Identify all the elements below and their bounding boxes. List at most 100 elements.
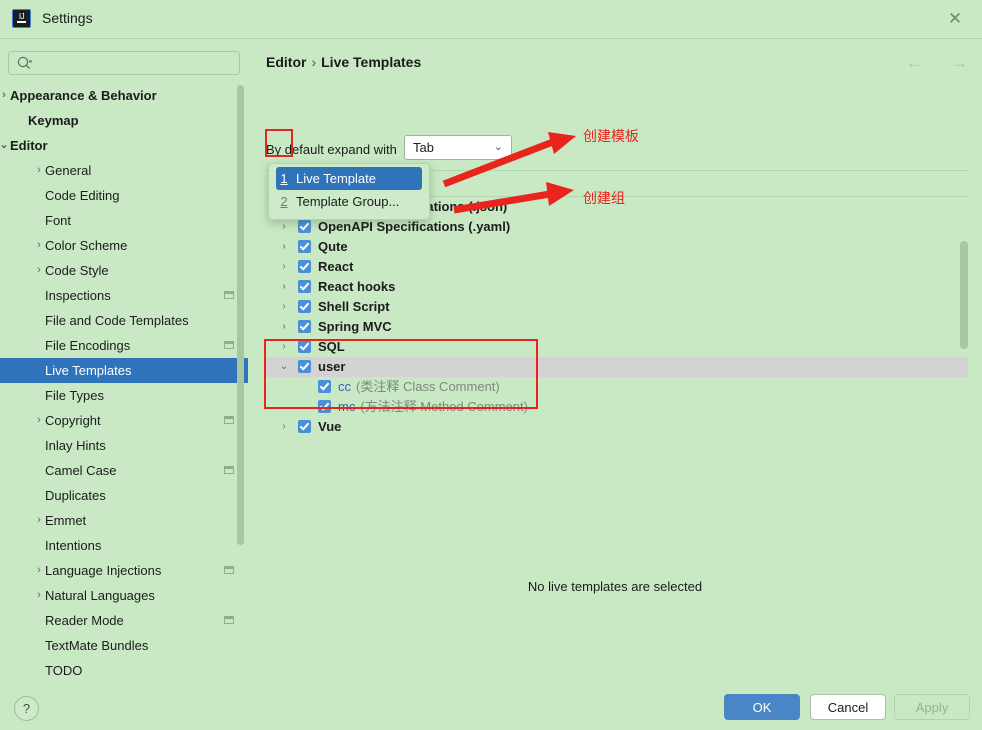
secondary-window-icon[interactable] [224,341,234,349]
chevron-right-icon[interactable]: › [32,233,46,258]
chevron-right-icon[interactable]: › [32,258,46,283]
template-row-content: cc (类注释 Class Comment) [266,379,500,394]
secondary-window-icon[interactable] [224,566,234,574]
cancel-button[interactable]: Cancel [810,694,886,720]
chevron-right-icon[interactable]: › [278,217,290,237]
sidebar-item-inlay-hints[interactable]: Inlay Hints [0,433,248,458]
checkbox-checked-icon[interactable] [298,420,311,433]
template-item-cc[interactable]: cc (类注释 Class Comment) [266,377,968,397]
breadcrumb: Editor › Live Templates [266,54,421,70]
template-group-react[interactable]: › React [266,257,968,277]
template-group-user[interactable]: ⌄ user [266,357,968,377]
sidebar-item-inspections[interactable]: Inspections [0,283,248,308]
sidebar-item-keymap[interactable]: Keymap [0,108,248,133]
chevron-down-icon[interactable]: ⌄ [278,357,290,377]
chevron-right-icon[interactable]: › [32,583,46,608]
secondary-window-icon[interactable] [224,466,234,474]
sidebar-scrollbar[interactable] [237,85,244,545]
chevron-right-icon[interactable]: › [278,317,290,337]
sidebar-item-textmate-bundles[interactable]: TextMate Bundles [0,633,248,658]
dialog-footer: ? OK Cancel Apply [0,684,982,730]
sidebar-item-label: TextMate Bundles [45,638,149,653]
sidebar-item-natural-languages[interactable]: › Natural Languages [0,583,248,608]
chevron-right-icon[interactable]: › [0,83,11,108]
checkbox-checked-icon[interactable] [318,400,331,413]
sidebar-item-live-templates[interactable]: Live Templates [0,358,248,383]
sidebar-item-font[interactable]: Font [0,208,248,233]
chevron-right-icon[interactable]: › [278,277,290,297]
sidebar-item-copyright[interactable]: › Copyright [0,408,248,433]
sidebar-item-todo[interactable]: TODO [0,658,248,683]
forward-arrow-icon[interactable]: → [951,53,968,73]
checkbox-checked-icon[interactable] [298,220,311,233]
chevron-right-icon[interactable]: › [32,158,46,183]
template-label: Qute [318,239,348,254]
checkbox-checked-icon[interactable] [298,360,311,373]
checkbox-checked-icon[interactable] [298,260,311,273]
checkbox-checked-icon[interactable] [298,240,311,253]
templates-scrollbar[interactable] [960,241,968,349]
chevron-right-icon[interactable]: › [32,558,46,583]
back-arrow-icon[interactable]: ← [906,53,923,73]
sidebar-item-code-editing[interactable]: Code Editing [0,183,248,208]
popup-item-live-template[interactable]: 1 Live Template [276,167,422,190]
add-template-popup-menu[interactable]: 1 Live Template 2 Template Group... [268,163,430,220]
sidebar-item-file-encodings[interactable]: File Encodings [0,333,248,358]
chevron-down-icon[interactable]: ⌄ [0,133,11,158]
chevron-right-icon[interactable]: › [32,508,46,533]
chevron-right-icon[interactable]: › [278,297,290,317]
sidebar-item-intentions[interactable]: Intentions [0,533,248,558]
secondary-window-icon[interactable] [224,416,234,424]
template-group-openapi-specifications-yaml[interactable]: › OpenAPI Specifications (.yaml) [266,217,968,237]
chevron-right-icon[interactable]: › [278,417,290,437]
secondary-window-icon[interactable] [224,616,234,624]
sidebar-item-file-and-code-templates[interactable]: File and Code Templates [0,308,248,333]
template-item-mc[interactable]: mc (方法注释 Method Comment) [266,397,968,417]
chevron-right-icon[interactable]: › [278,237,290,257]
checkbox-checked-icon[interactable] [298,300,311,313]
breadcrumb-parent[interactable]: Editor [266,54,306,70]
empty-selection-message: No live templates are selected [527,579,703,594]
chevron-right-icon[interactable]: › [278,337,290,357]
sidebar-item-label: Editor [10,138,48,153]
sidebar-item-code-style[interactable]: › Code Style [0,258,248,283]
template-group-qute[interactable]: › Qute [266,237,968,257]
expand-with-select[interactable]: Tab ⌄ [404,135,512,160]
template-group-react-hooks[interactable]: › React hooks [266,277,968,297]
ok-button[interactable]: OK [724,694,800,720]
sidebar-item-emmet[interactable]: › Emmet [0,508,248,533]
sidebar-item-editor[interactable]: ⌄ Editor [0,133,248,158]
sidebar-item-reader-mode[interactable]: Reader Mode [0,608,248,633]
chevron-right-icon[interactable]: › [278,257,290,277]
checkbox-checked-icon[interactable] [318,380,331,393]
search-icon [17,56,33,70]
template-group-sql[interactable]: › SQL [266,337,968,357]
sidebar-item-label: Live Templates [45,363,132,378]
sidebar-item-label: Camel Case [45,463,117,478]
sidebar-item-appearance-behavior[interactable]: › Appearance & Behavior [0,83,248,108]
sidebar-item-file-types[interactable]: File Types [0,383,248,408]
sidebar-item-general[interactable]: › General [0,158,248,183]
template-abbreviation: cc [338,379,351,394]
checkbox-checked-icon[interactable] [298,280,311,293]
search-input[interactable] [8,51,240,75]
live-templates-tree[interactable]: ›OpenAPI Specifications (.json)›OpenAPI … [266,197,968,457]
template-group-spring-mvc[interactable]: › Spring MVC [266,317,968,337]
sidebar-item-language-injections[interactable]: › Language Injections [0,558,248,583]
help-icon[interactable]: ? [14,696,39,721]
settings-category-tree[interactable]: › Appearance & Behavior Keymap ⌄ Editor › Gene… [0,83,248,683]
sidebar-item-color-scheme[interactable]: › Color Scheme [0,233,248,258]
checkbox-checked-icon[interactable] [298,340,311,353]
template-group-vue[interactable]: › Vue [266,417,968,437]
secondary-window-icon[interactable] [224,291,234,299]
close-icon[interactable]: ✕ [934,4,976,34]
popup-item-template-group[interactable]: 2 Template Group... [276,190,422,213]
template-label: user [318,359,346,374]
sidebar-item-camel-case[interactable]: Camel Case [0,458,248,483]
chevron-right-icon[interactable]: › [32,408,46,433]
checkbox-checked-icon[interactable] [298,320,311,333]
window-title: Settings [42,10,93,26]
template-group-shell-script[interactable]: › Shell Script [266,297,968,317]
sidebar-item-duplicates[interactable]: Duplicates [0,483,248,508]
popup-item-mnemonic: 2 [280,194,288,209]
